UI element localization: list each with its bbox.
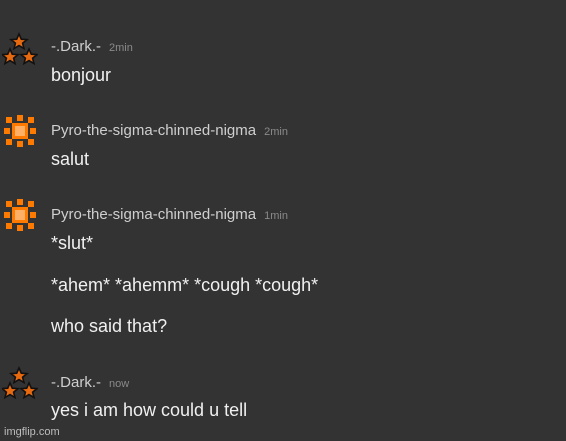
imgflip-watermark: imgflip.com — [4, 426, 60, 438]
message-timestamp: now — [109, 378, 130, 390]
username-label[interactable]: -.Dark.- — [51, 374, 101, 391]
username-label[interactable]: -.Dark.- — [51, 38, 101, 55]
orange-pixel-sun-icon — [4, 115, 36, 147]
stars-triangle-icon — [2, 32, 38, 66]
message-timestamp: 2min — [264, 126, 288, 138]
message-text: salut — [51, 149, 90, 169]
message-username[interactable]: Pyro-the-sigma-chinned-nigma 1min — [51, 206, 288, 223]
message-text: bonjour — [51, 65, 112, 85]
message-text: yes i am how could u tell — [51, 400, 248, 420]
orange-pixel-sun-icon — [4, 199, 36, 231]
pyro-user-avatar[interactable] — [2, 113, 38, 149]
pyro-user-avatar[interactable] — [2, 197, 38, 233]
message-text: who said that? — [51, 316, 168, 336]
dark-user-avatar[interactable] — [2, 366, 38, 402]
message-timestamp: 1min — [264, 210, 288, 222]
message-username[interactable]: -.Dark.- 2min — [51, 38, 133, 55]
message-text: *ahem* *ahemm* *cough *cough* — [51, 275, 319, 295]
chat-message-list: -.Dark.- 2min bonjour Pyro-the-sigma-chi… — [0, 0, 566, 441]
dark-user-avatar[interactable] — [2, 32, 38, 68]
username-label[interactable]: Pyro-the-sigma-chinned-nigma — [51, 122, 256, 139]
stars-triangle-icon — [2, 366, 38, 400]
message-username[interactable]: Pyro-the-sigma-chinned-nigma 2min — [51, 122, 288, 139]
username-label[interactable]: Pyro-the-sigma-chinned-nigma — [51, 206, 256, 223]
message-username[interactable]: -.Dark.- now — [51, 374, 129, 391]
message-timestamp: 2min — [109, 42, 133, 54]
message-text: *slut* — [51, 233, 94, 253]
